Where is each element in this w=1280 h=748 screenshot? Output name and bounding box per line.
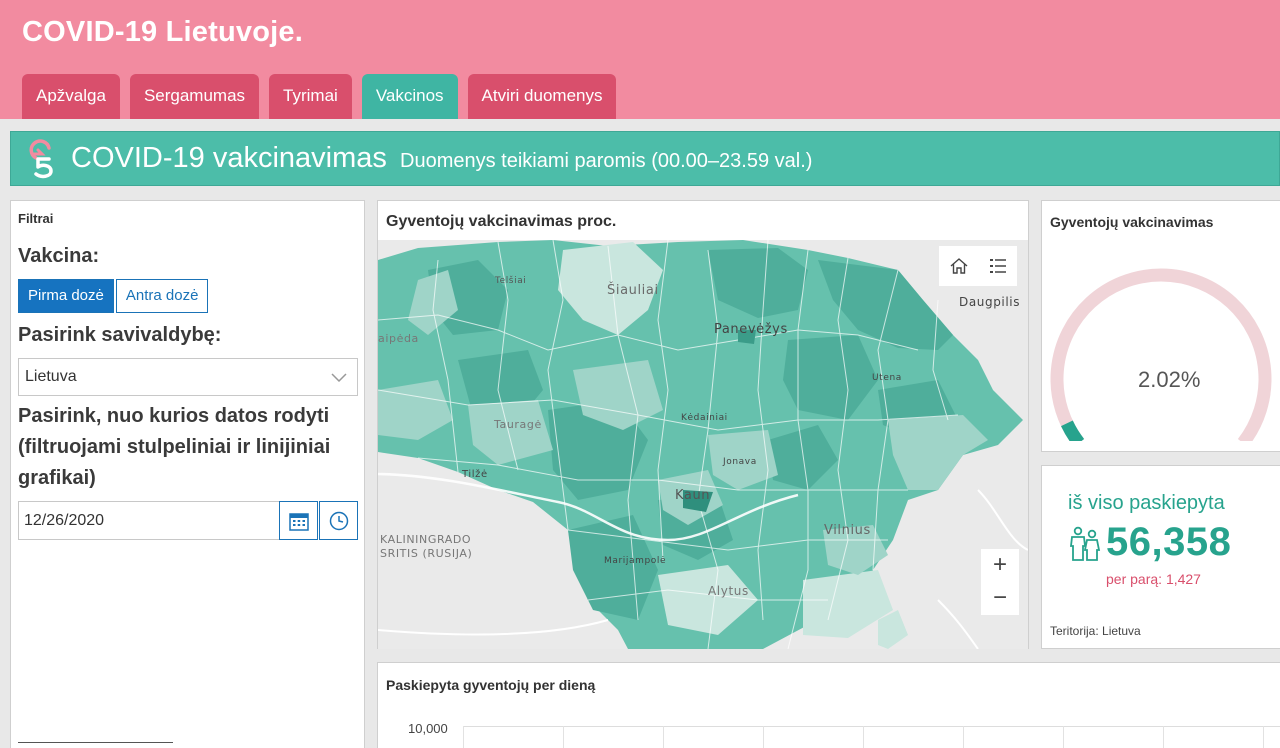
label-kaliningrad: KALININGRADO <box>380 533 472 546</box>
tab-atviri-duomenys[interactable]: Atviri duomenys <box>467 74 617 119</box>
total-vaccinated-panel: iš viso paskiepyta 56,358 per parą: 1,42… <box>1041 465 1280 649</box>
banner-title: COVID-19 vakcinavimas <box>71 142 387 174</box>
people-icon <box>1069 526 1101 561</box>
home-button[interactable] <box>939 246 978 286</box>
label-kedainiai: Kėdainiai <box>681 413 728 423</box>
municipality-value: Lietuva <box>25 368 77 385</box>
daily-chart-title: Paskiepyta gyventojų per dieną <box>386 677 596 693</box>
zoom-control: + − <box>981 549 1019 615</box>
daily-count-label: per parą: <box>1106 571 1163 587</box>
label-daugpilis: Daugpilis <box>959 295 1021 309</box>
main-tabs: Apžvalga Sergamumas Tyrimai Vakcinos Atv… <box>22 74 617 119</box>
daily-chart-panel: Paskiepyta gyventojų per dieną 10,000 <box>377 662 1280 748</box>
daily-count: per parą: 1,427 <box>1106 571 1201 587</box>
site-title: COVID-19 Lietuvoje. <box>22 16 303 48</box>
daily-chart-grid <box>463 726 1280 748</box>
y-axis-tick: 10,000 <box>408 721 448 736</box>
map-canvas <box>378 240 1028 649</box>
label-marijampole: Marijampolė <box>604 556 667 566</box>
home-icon <box>950 258 967 274</box>
tab-sergamumas[interactable]: Sergamumas <box>129 74 260 119</box>
total-value: 56,358 <box>1106 520 1232 564</box>
total-label: iš viso paskiepyta <box>1068 492 1225 514</box>
gauge-value: 2.02% <box>1138 367 1201 392</box>
zoom-out-button[interactable]: − <box>981 582 1019 615</box>
label-utena: Utena <box>872 373 902 383</box>
territory-label: Teritorija: <box>1050 624 1099 638</box>
tab-apzvalga[interactable]: Apžvalga <box>22 74 120 119</box>
time-button[interactable] <box>319 501 358 540</box>
territory-value: Lietuva <box>1102 624 1141 638</box>
legend-list-icon <box>989 259 1006 273</box>
map-panel: Gyventojų vakcinavimas proc. Šiauliai Te… <box>377 200 1029 649</box>
filters-title: Filtrai <box>18 211 54 226</box>
label-panevezys: Panevėžys <box>714 322 788 337</box>
label-telsiai: Telšiai <box>495 276 527 286</box>
clock-icon <box>329 511 348 530</box>
filters-divider <box>18 742 173 743</box>
top-header: COVID-19 Lietuvoje. Apžvalga Sergamumas … <box>0 0 1280 119</box>
date-field[interactable]: 12/26/2020 <box>18 501 280 540</box>
calendar-icon <box>288 512 309 531</box>
territory-note: Teritorija: Lietuva <box>1050 624 1141 638</box>
tab-tyrimai[interactable]: Tyrimai <box>269 74 352 119</box>
municipality-heading: Pasirink savivaldybę: <box>18 324 222 346</box>
gauge-panel: Gyventojų vakcinavimas 2.02% <box>1041 200 1280 452</box>
map-title: Gyventojų vakcinavimas proc. <box>386 213 617 230</box>
banner-subtitle: Duomenys teikiami paromis (00.00–23.59 v… <box>400 150 813 172</box>
date-heading: Pasirink, nuo kurios datos rodyti (filtr… <box>18 405 331 489</box>
tab-vakcinos[interactable]: Vakcinos <box>361 74 458 119</box>
legend-button[interactable] <box>978 246 1017 286</box>
label-jonava: Jonava <box>723 457 757 467</box>
map-toolbar <box>939 246 1017 286</box>
gauge-track <box>1050 268 1272 441</box>
choropleth-map[interactable]: Šiauliai Telšiai aipėda Panevėžys Utena … <box>378 240 1028 649</box>
gauge-fill <box>1061 420 1085 441</box>
label-kaunas: Kaun <box>675 488 711 503</box>
label-alytus: Alytus <box>708 584 749 598</box>
zoom-in-button[interactable]: + <box>981 549 1019 582</box>
chevron-down-icon <box>331 373 347 383</box>
label-tilze: Tilžė <box>462 469 488 480</box>
section-banner: COVID-19 vakcinavimas Duomenys teikiami … <box>10 131 1280 186</box>
label-klaipeda: aipėda <box>378 332 419 345</box>
covid-logo-icon <box>29 139 53 179</box>
calendar-button[interactable] <box>279 501 318 540</box>
gauge-chart <box>1050 268 1272 441</box>
second-dose-button[interactable]: Antra dozė <box>115 279 209 313</box>
label-taurage: Tauragė <box>494 418 542 431</box>
vaccine-heading: Vakcina: <box>18 245 100 267</box>
daily-count-value: 1,427 <box>1165 571 1201 587</box>
dashboard: COVID-19 Lietuvoje. Apžvalga Sergamumas … <box>0 0 1280 748</box>
label-siauliai: Šiauliai <box>607 283 659 298</box>
dose-toggle: Pirma dozė Antra dozė <box>18 279 209 313</box>
label-vilnius: Vilnius <box>824 523 871 538</box>
filters-panel: Filtrai Vakcina: Pirma dozė Antra dozė P… <box>10 200 365 748</box>
label-kaliningrad-region: SRITIS (RUSIJA) <box>380 547 473 560</box>
municipality-select[interactable]: Lietuva <box>18 358 358 396</box>
first-dose-button[interactable]: Pirma dozė <box>18 279 114 313</box>
